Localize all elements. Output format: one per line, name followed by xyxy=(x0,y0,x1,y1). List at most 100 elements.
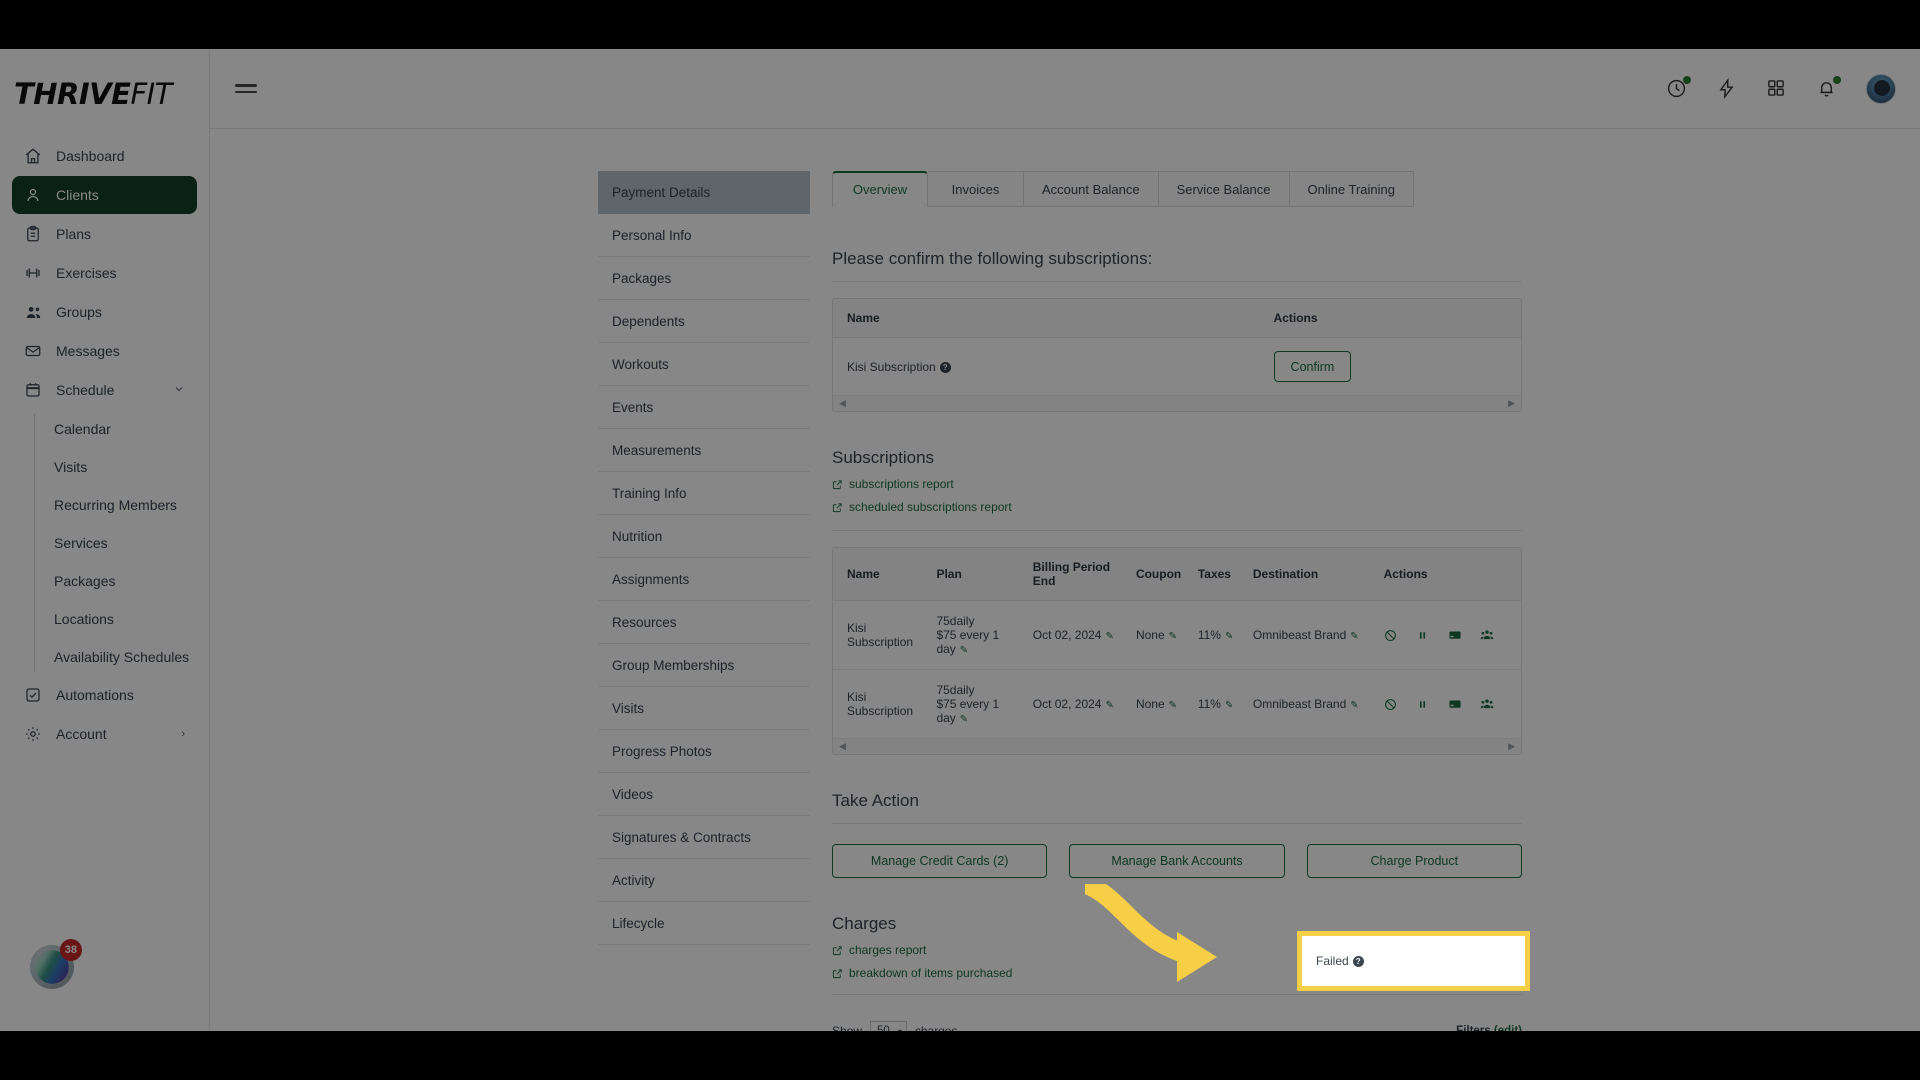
pause-icon[interactable] xyxy=(1416,697,1430,711)
filters-control: Filters (edit) xyxy=(1456,1025,1522,1031)
edit-pencil-icon[interactable]: ✎ xyxy=(1350,631,1358,642)
subnav-item-personal-info[interactable]: Personal Info xyxy=(598,214,810,257)
sidebar-item-exercises[interactable]: Exercises xyxy=(12,254,197,292)
lightning-icon[interactable] xyxy=(1716,77,1738,100)
highlighted-status-callout[interactable]: Failed? xyxy=(1297,931,1530,991)
horizontal-scrollbar[interactable]: ◀ ▶ xyxy=(833,738,1521,754)
sidebar-item-automations[interactable]: Automations xyxy=(12,676,197,714)
edit-pencil-icon[interactable]: ✎ xyxy=(960,714,968,725)
manage-bank-accounts-button[interactable]: Manage Bank Accounts xyxy=(1069,844,1285,878)
tab-account-balance[interactable]: Account Balance xyxy=(1024,171,1159,207)
cancel-icon[interactable] xyxy=(1384,628,1398,642)
subnav-item-training-info[interactable]: Training Info xyxy=(598,472,810,515)
sidebar-item-recurring-members[interactable]: Recurring Members xyxy=(54,486,197,524)
sidebar-item-calendar[interactable]: Calendar xyxy=(54,410,197,448)
subnav-item-progress-photos[interactable]: Progress Photos xyxy=(598,730,810,773)
confirm-subscriptions-table: Name Actions Kisi Subscription? Confirm xyxy=(833,299,1521,395)
people-icon[interactable] xyxy=(1480,628,1494,642)
link-label: scheduled subscriptions report xyxy=(849,500,1012,514)
hamburger-icon[interactable] xyxy=(235,80,257,97)
link-subscriptions-report[interactable]: subscriptions report xyxy=(832,477,1522,491)
subnav-item-visits[interactable]: Visits xyxy=(598,687,810,730)
sidebar-item-schedule[interactable]: Schedule xyxy=(12,371,197,409)
column-header-billing-period-end: Billing Period End xyxy=(1018,548,1122,601)
subnav-item-measurements[interactable]: Measurements xyxy=(598,429,810,472)
sidebar-item-groups[interactable]: Groups xyxy=(12,293,197,331)
column-header-actions: Actions xyxy=(1259,299,1521,338)
sidebar-item-account[interactable]: Account › xyxy=(12,715,197,753)
edit-pencil-icon[interactable]: ✎ xyxy=(1225,631,1233,642)
tab-service-balance[interactable]: Service Balance xyxy=(1158,171,1290,207)
page-size-select[interactable]: 50 ▾ xyxy=(870,1021,907,1031)
edit-pencil-icon[interactable]: ✎ xyxy=(1350,700,1358,711)
app-switcher-logo[interactable]: 38 xyxy=(30,939,82,989)
subnav-item-events[interactable]: Events xyxy=(598,386,810,429)
coupon-text: None xyxy=(1135,697,1165,711)
subnav-item-resources[interactable]: Resources xyxy=(598,601,810,644)
schedule-submenu: Calendar Visits Recurring Members Servic… xyxy=(34,410,197,676)
edit-pencil-icon[interactable]: ✎ xyxy=(1105,700,1113,711)
screenshot-root: THRIVEFIT Dashboard Clients Plans Exerci… xyxy=(0,0,1920,1080)
tab-online-training[interactable]: Online Training xyxy=(1289,171,1414,207)
subnav-item-group-memberships[interactable]: Group Memberships xyxy=(598,644,810,687)
billing-period-end-text: Oct 02, 2024 xyxy=(1032,628,1102,642)
edit-pencil-icon[interactable]: ✎ xyxy=(1169,631,1177,642)
scroll-right-arrow[interactable]: ▶ xyxy=(1508,741,1515,752)
subnav-item-nutrition[interactable]: Nutrition xyxy=(598,515,810,558)
sidebar-item-availability-schedules[interactable]: Availability Schedules xyxy=(54,638,197,676)
sidebar-item-messages[interactable]: Messages xyxy=(12,332,197,370)
edit-pencil-icon[interactable]: ✎ xyxy=(1169,700,1177,711)
subnav-item-activity[interactable]: Activity xyxy=(598,859,810,902)
subnav-item-payment-details[interactable]: Payment Details xyxy=(598,171,810,214)
coupon-text: None xyxy=(1135,628,1165,642)
pause-icon[interactable] xyxy=(1416,628,1430,642)
scroll-left-arrow[interactable]: ◀ xyxy=(839,741,846,752)
sidebar-item-services[interactable]: Services xyxy=(54,524,197,562)
subnav-item-assignments[interactable]: Assignments xyxy=(598,558,810,601)
link-scheduled-subscriptions-report[interactable]: scheduled subscriptions report xyxy=(832,500,1522,514)
horizontal-scrollbar[interactable]: ◀ ▶ xyxy=(833,395,1521,411)
sidebar-item-packages[interactable]: Packages xyxy=(54,562,197,600)
sidebar-item-plans[interactable]: Plans xyxy=(12,215,197,253)
main-content: Overview Invoices Account Balance Servic… xyxy=(832,171,1522,1031)
subnav-item-lifecycle[interactable]: Lifecycle xyxy=(598,902,810,945)
sidebar-item-clients[interactable]: Clients xyxy=(12,176,197,214)
subnav-item-videos[interactable]: Videos xyxy=(598,773,810,816)
edit-pencil-icon[interactable]: ✎ xyxy=(1105,631,1113,642)
clock-icon[interactable] xyxy=(1666,75,1691,100)
people-icon[interactable] xyxy=(1480,697,1494,711)
tab-overview[interactable]: Overview xyxy=(832,171,928,207)
help-icon[interactable]: ? xyxy=(1352,955,1364,967)
card-icon[interactable] xyxy=(1448,697,1462,711)
bell-icon[interactable] xyxy=(1816,75,1841,100)
subnav-item-dependents[interactable]: Dependents xyxy=(598,300,810,343)
manage-credit-cards-button[interactable]: Manage Credit Cards (2) xyxy=(832,844,1048,878)
clipboard-icon xyxy=(22,223,44,245)
cancel-icon[interactable] xyxy=(1384,697,1398,711)
charge-product-button[interactable]: Charge Product xyxy=(1306,844,1522,878)
subnav-label: Progress Photos xyxy=(612,743,712,759)
subnav-label: Dependents xyxy=(612,313,685,329)
edit-pencil-icon[interactable]: ✎ xyxy=(1225,700,1233,711)
sidebar-item-dashboard[interactable]: Dashboard xyxy=(12,137,197,175)
sidebar-item-locations[interactable]: Locations xyxy=(54,600,197,638)
apps-grid-icon[interactable] xyxy=(1766,78,1788,100)
filters-edit-link[interactable]: (edit) xyxy=(1494,1025,1522,1031)
cell-actions xyxy=(1370,670,1521,739)
subnav-item-workouts[interactable]: Workouts xyxy=(598,343,810,386)
subnav-item-packages[interactable]: Packages xyxy=(598,257,810,300)
subnav-item-signatures-contracts[interactable]: Signatures & Contracts xyxy=(598,816,810,859)
tab-invoices[interactable]: Invoices xyxy=(928,171,1024,207)
scroll-left-arrow[interactable]: ◀ xyxy=(839,398,846,409)
sidebar-item-visits[interactable]: Visits xyxy=(54,448,197,486)
edit-pencil-icon[interactable]: ✎ xyxy=(960,645,968,656)
card-icon[interactable] xyxy=(1448,628,1462,642)
table-row: Kisi Subscription? Confirm xyxy=(833,338,1521,396)
home-icon xyxy=(22,145,44,167)
confirm-button[interactable]: Confirm xyxy=(1273,351,1352,382)
app-logo: THRIVEFIT xyxy=(14,77,172,111)
avatar[interactable] xyxy=(1866,73,1896,104)
tab-label: Online Training xyxy=(1307,181,1395,197)
help-icon[interactable]: ? xyxy=(939,361,951,373)
scroll-right-arrow[interactable]: ▶ xyxy=(1508,398,1515,409)
